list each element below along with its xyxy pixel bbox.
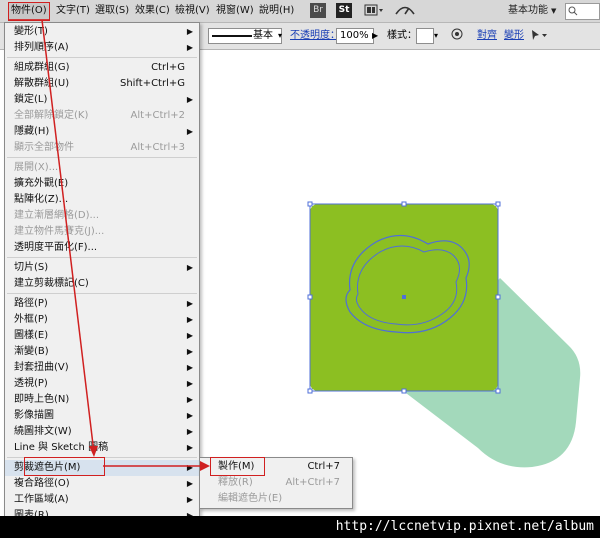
watermark-url: http://lccnetvip.pixnet.net/album bbox=[335, 519, 594, 534]
arrange-documents-icon[interactable] bbox=[364, 3, 384, 18]
canvas-artwork bbox=[307, 201, 581, 468]
opacity-input[interactable]: 100% bbox=[336, 28, 374, 44]
menu-item-shortcut: Ctrl+7 bbox=[307, 461, 340, 472]
isolate-icon[interactable] bbox=[530, 28, 548, 44]
workspace-switcher[interactable]: 基本功能 bbox=[508, 3, 548, 19]
arrow-head-down bbox=[89, 446, 98, 457]
chevron-down-icon[interactable]: ▼ bbox=[551, 3, 556, 19]
graphic-style-swatch[interactable] bbox=[416, 28, 434, 44]
stock-icon[interactable]: St bbox=[336, 3, 352, 18]
style-arrow-icon[interactable]: ▾ bbox=[434, 28, 438, 44]
search-icon bbox=[568, 6, 578, 16]
search-input[interactable] bbox=[565, 3, 600, 20]
bridge-icon[interactable]: Br bbox=[310, 3, 326, 18]
recolor-artwork-icon[interactable] bbox=[451, 28, 463, 44]
annotation-arrows bbox=[41, 19, 210, 471]
center-point bbox=[402, 295, 406, 299]
opacity-arrow-icon[interactable]: ▶ bbox=[372, 28, 378, 44]
arrow-head-right bbox=[200, 461, 210, 471]
gpu-performance-icon[interactable] bbox=[394, 3, 416, 18]
align-link[interactable]: 對齊 bbox=[477, 28, 497, 44]
arrow-line-down bbox=[41, 19, 95, 454]
style-label: 樣式： bbox=[387, 30, 417, 41]
watermark-bar: http://lccnetvip.pixnet.net/album bbox=[0, 516, 600, 538]
transform-link[interactable]: 變形 bbox=[504, 28, 524, 44]
